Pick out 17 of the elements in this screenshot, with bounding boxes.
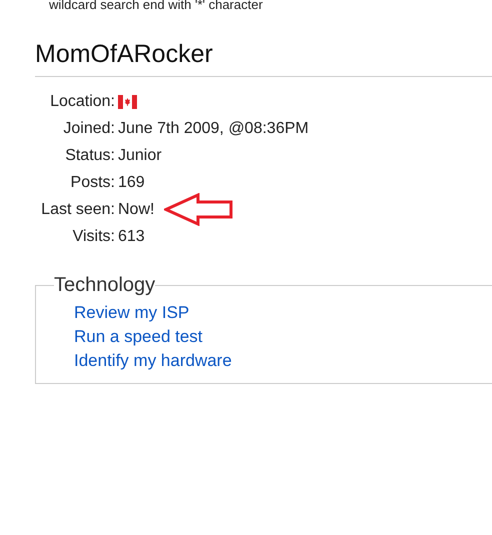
field-label: Last seen: bbox=[41, 200, 115, 220]
field-value: Now! bbox=[118, 200, 154, 220]
panel-legend: Technology bbox=[54, 274, 156, 297]
link[interactable]: Identify my hardware bbox=[74, 349, 232, 373]
field-label: Joined: bbox=[63, 119, 115, 139]
field-value: Junior bbox=[118, 146, 162, 166]
field-value: 613 bbox=[118, 227, 145, 247]
field-label: Visits: bbox=[72, 227, 115, 247]
link[interactable]: Run a speed test bbox=[74, 325, 203, 349]
field-value: June 7th 2009, @08:36PM bbox=[118, 119, 309, 139]
field-label: Status: bbox=[65, 146, 115, 166]
field-value: 169 bbox=[118, 173, 145, 193]
field-label: Location: bbox=[50, 92, 115, 112]
field-label: Posts: bbox=[70, 173, 115, 193]
canada-flag-icon bbox=[118, 94, 137, 108]
link[interactable]: Review my ISP bbox=[74, 301, 190, 325]
username-heading: MomOfARocker bbox=[35, 39, 492, 77]
